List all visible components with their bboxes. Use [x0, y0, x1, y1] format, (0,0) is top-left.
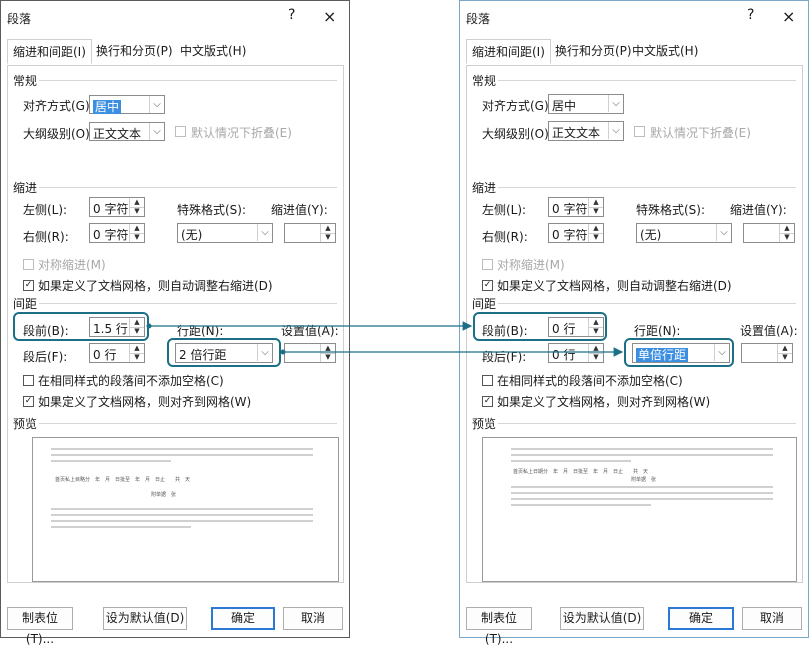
connector-arrows	[146, 321, 624, 357]
